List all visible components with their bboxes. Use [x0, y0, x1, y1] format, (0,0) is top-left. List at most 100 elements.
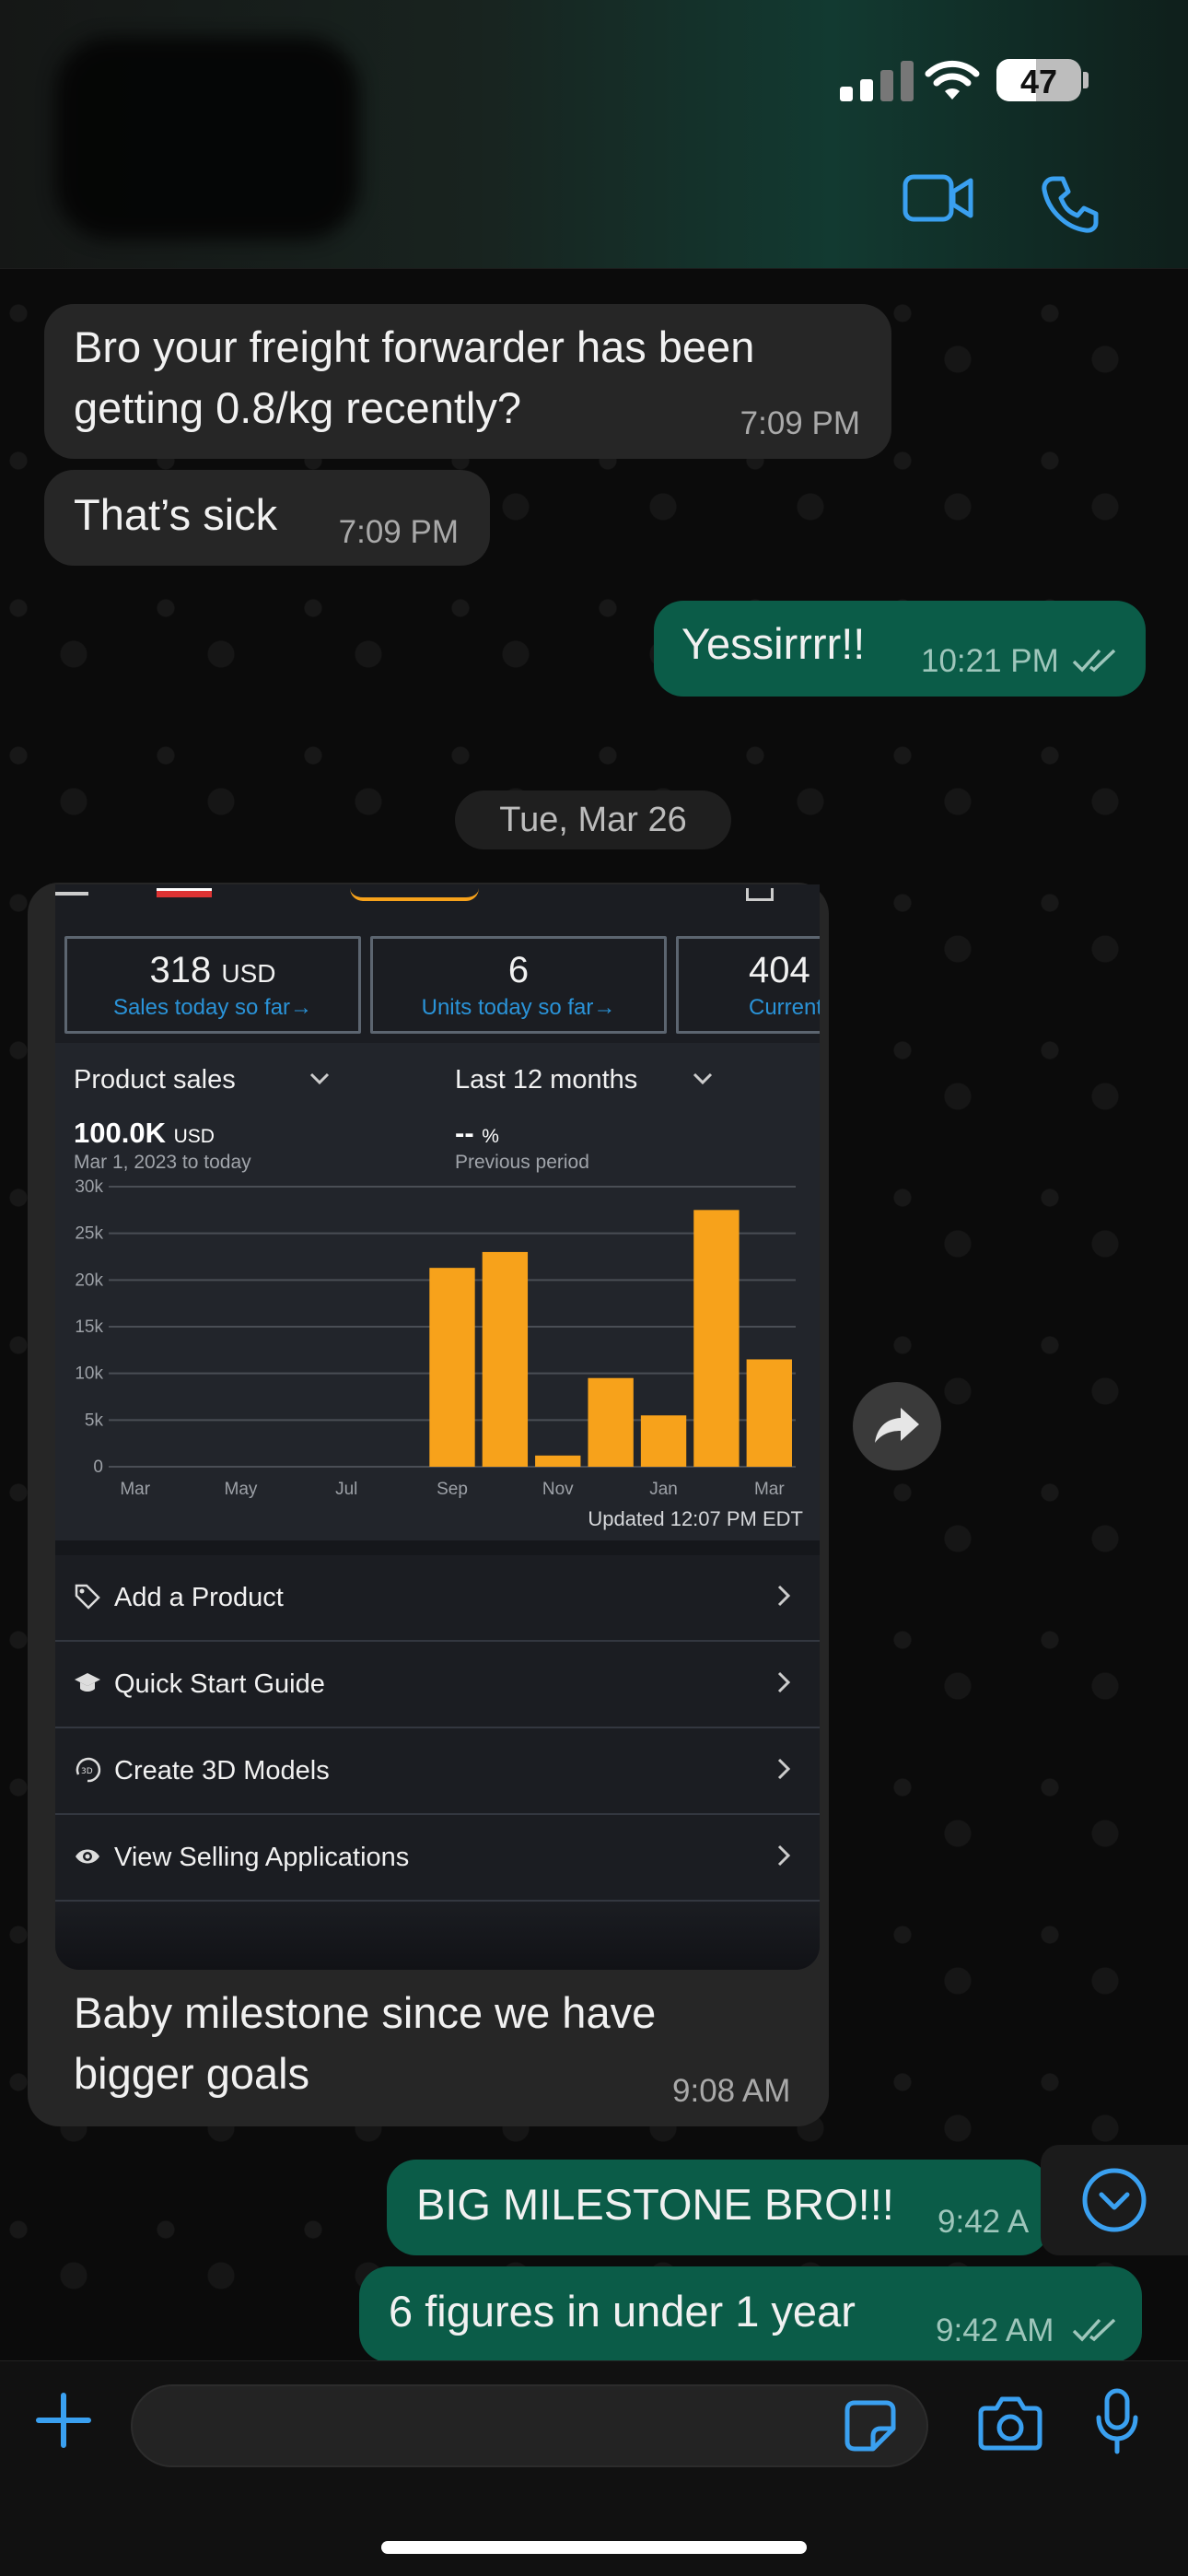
chart-bar [482, 1251, 529, 1467]
expand-icon [746, 888, 774, 901]
message-time: 9:42 AM [936, 2313, 1054, 2348]
hamburger-icon [55, 892, 88, 896]
x-tick-label: Mar [120, 1480, 150, 1499]
wifi-icon [925, 60, 980, 100]
kpi-current-balance[interactable]: 404 Current b [676, 936, 820, 1034]
chart-bar [640, 1415, 687, 1467]
outgoing-message[interactable]: 6 figures in under 1 year 9:42 AM [359, 2266, 1142, 2362]
message-text: BIG MILESTONE BRO!!! [416, 2180, 894, 2229]
read-receipt-icon [1072, 2318, 1116, 2342]
kpi-label: Units today so far [421, 995, 594, 1020]
graduation-cap-icon [75, 1673, 100, 1692]
outgoing-message[interactable]: Yessirrrr!! 10:21 PM [654, 601, 1146, 697]
read-receipt-icon [1072, 649, 1116, 673]
battery-tip [1083, 72, 1089, 88]
arrow-right-icon: → [290, 995, 313, 1020]
scroll-to-bottom-button[interactable] [1041, 2145, 1188, 2255]
amazon-logo [350, 888, 479, 901]
screenshot-bottom-fade [55, 1902, 820, 1970]
y-tick-label: 0 [93, 1458, 103, 1477]
arrow-right-icon: → [593, 995, 616, 1020]
incoming-message[interactable]: That’s sick 7:09 PM [44, 470, 490, 566]
eye-icon [76, 1849, 99, 1864]
outgoing-message[interactable]: BIG MILESTONE BRO!!! 9:42 A [387, 2160, 1050, 2255]
chevron-right-icon [777, 1844, 791, 1867]
incoming-message[interactable]: Bro your freight forwarder has been gett… [44, 304, 891, 459]
sales-chart-panel: Product sales Last 12 months 100.0K USD … [55, 1043, 820, 1540]
chart-svg: 0 5k 10k 15k 20k 25k 30k Mar May Jul Sep Nov Jan Mar [75, 1177, 796, 1499]
forward-button[interactable] [853, 1382, 941, 1470]
kpi-units-today[interactable]: 6 Units today so far→ [370, 936, 667, 1034]
kpi-sales-today[interactable]: 318 USD Sales today so far→ [64, 936, 361, 1034]
chat-header: 47 [0, 0, 1188, 269]
y-tick-label: 25k [75, 1224, 103, 1244]
chevron-right-icon [777, 1585, 791, 1607]
forward-arrow-icon [875, 1408, 919, 1443]
x-tick-label: Jan [649, 1480, 678, 1499]
battery-level: 47 [1019, 63, 1058, 100]
battery-indicator: 47 [996, 59, 1081, 101]
x-tick-label: May [225, 1480, 258, 1499]
microphone-icon[interactable] [1094, 2388, 1140, 2454]
chevron-right-icon [777, 1758, 791, 1780]
message-text: 6 figures in under 1 year [389, 2287, 856, 2336]
sticker-icon[interactable] [844, 2399, 897, 2453]
clipped-app-bar [55, 884, 820, 908]
divider [55, 1540, 820, 1555]
kpi-value: 6 [507, 950, 530, 990]
video-call-icon[interactable] [903, 171, 974, 225]
message-time: 9:42 A [938, 2204, 1030, 2240]
menu-item-label: Create 3D Models [114, 1756, 330, 1786]
voice-call-icon[interactable] [1041, 175, 1100, 234]
menu-item-quick-start-guide[interactable]: Quick Start Guide [55, 1642, 820, 1728]
x-tick-label: Mar [754, 1480, 785, 1499]
chevron-right-icon [777, 1671, 791, 1693]
y-tick-label: 15k [75, 1317, 103, 1337]
message-time: 9:08 AM [672, 2073, 791, 2109]
kpi-unit: USD [221, 959, 276, 988]
chart-bar [746, 1359, 792, 1467]
menu-item-label: Quick Start Guide [114, 1669, 325, 1699]
3d-rotate-icon: 3D [76, 1757, 101, 1783]
kpi-label: Current b [749, 995, 820, 1020]
shared-screenshot[interactable]: 318 USD Sales today so far→ 6 Units toda… [55, 884, 820, 1970]
menu-item-add-product[interactable]: Add a Product [55, 1555, 820, 1642]
y-tick-label: 30k [75, 1177, 103, 1197]
chart-bar [429, 1268, 475, 1467]
chart-bar [588, 1377, 634, 1467]
message-input[interactable] [131, 2384, 928, 2467]
message-time: 10:21 PM [921, 643, 1059, 679]
home-indicator [381, 2541, 807, 2554]
image-caption: Baby milestone since we have bigger goal… [74, 1988, 669, 2098]
kpi-label: Sales today so far [112, 995, 291, 1020]
menu-item-create-3d-models[interactable]: 3D Create 3D Models [55, 1728, 820, 1815]
plus-icon[interactable] [35, 2392, 92, 2449]
kpi-value: 404 [749, 950, 810, 990]
svg-text:3D: 3D [81, 1767, 93, 1776]
x-tick-label: Sep [437, 1480, 468, 1499]
date-divider: Tue, Mar 26 [455, 790, 731, 849]
kpi-value: 318 [149, 950, 212, 990]
updated-timestamp: Updated 12:07 PM EDT [588, 1507, 803, 1530]
chevron-down-circle-icon [1082, 2168, 1147, 2232]
message-text: Yessirrrr!! [681, 619, 866, 668]
flag-icon [157, 888, 212, 897]
camera-icon[interactable] [978, 2394, 1042, 2453]
sales-bar-chart: 0 5k 10k 15k 20k 25k 30k Mar May Jul Sep Nov Jan Mar [55, 1043, 820, 1540]
y-tick-label: 5k [85, 1411, 104, 1430]
y-tick-label: 20k [75, 1270, 103, 1290]
menu-item-label: Add a Product [114, 1583, 284, 1612]
message-time: 7:09 PM [338, 514, 459, 550]
chart-bar [535, 1455, 581, 1467]
message-text: That’s sick [74, 490, 278, 539]
menu-item-view-selling-applications[interactable]: View Selling Applications [55, 1815, 820, 1902]
menu-item-label: View Selling Applications [114, 1843, 410, 1872]
tag-icon [75, 1584, 100, 1610]
redacted-contact-area [55, 37, 359, 240]
chart-bar [693, 1210, 740, 1467]
x-tick-label: Nov [542, 1480, 574, 1499]
message-time: 7:09 PM [740, 405, 860, 441]
cellular-signal-icon [840, 61, 915, 101]
y-tick-label: 10k [75, 1364, 103, 1384]
x-tick-label: Jul [335, 1480, 357, 1499]
